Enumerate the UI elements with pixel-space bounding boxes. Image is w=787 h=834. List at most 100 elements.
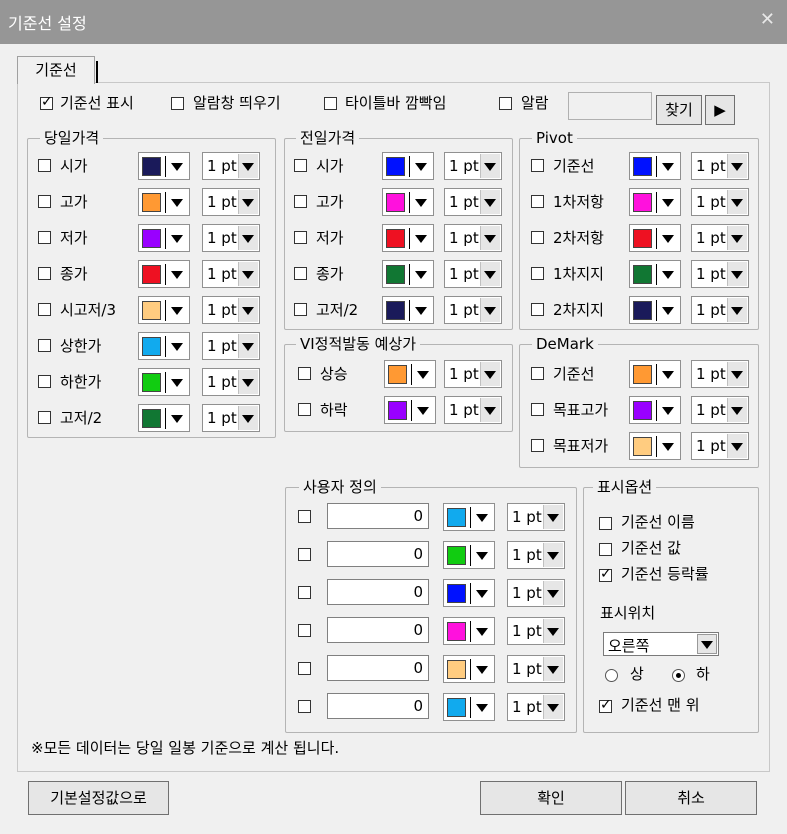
user-1-value-input[interactable]: 0	[327, 541, 429, 567]
today-6-checkbox[interactable]	[38, 375, 51, 388]
today-5-width-button[interactable]	[238, 334, 258, 358]
user-2-width-dropdown[interactable]: 1 pt	[507, 579, 565, 607]
prev-3-width-button[interactable]	[480, 262, 500, 286]
ok-button[interactable]: 확인	[480, 781, 622, 815]
today-7-checkbox[interactable]	[38, 411, 51, 424]
prev-1-color-dropdown[interactable]	[382, 188, 434, 216]
user-1-color-dropdown[interactable]	[443, 541, 495, 569]
pivot-2-color-dropdown[interactable]	[629, 224, 681, 252]
today-3-width-button[interactable]	[238, 262, 258, 286]
user-0-checkbox[interactable]	[298, 510, 311, 523]
pivot-4-checkbox[interactable]	[531, 303, 544, 316]
demark-0-color-dropdown[interactable]	[629, 360, 681, 388]
pivot-0-checkbox[interactable]	[531, 159, 544, 172]
find-button[interactable]: 찾기	[656, 95, 702, 125]
pivot-4-color-dropdown[interactable]	[629, 296, 681, 324]
tab-baseline[interactable]: 기준선	[17, 56, 98, 84]
pivot-1-width-dropdown[interactable]: 1 pt	[691, 188, 749, 216]
user-3-checkbox[interactable]	[298, 624, 311, 637]
user-4-value-input[interactable]: 0	[327, 655, 429, 681]
prev-4-width-button[interactable]	[480, 298, 500, 322]
show-baseline-checkbox[interactable]	[40, 94, 53, 110]
pivot-0-width-button[interactable]	[727, 154, 747, 178]
alarm-file-field[interactable]	[568, 92, 652, 120]
pivot-1-checkbox[interactable]	[531, 195, 544, 208]
today-1-color-dropdown[interactable]	[138, 188, 190, 216]
vi-0-checkbox[interactable]	[298, 367, 311, 380]
today-0-checkbox[interactable]	[38, 159, 51, 172]
today-4-width-button[interactable]	[238, 298, 258, 322]
today-1-width-dropdown[interactable]: 1 pt	[202, 188, 260, 216]
user-3-width-dropdown[interactable]: 1 pt	[507, 617, 565, 645]
user-0-width-button[interactable]	[543, 505, 563, 529]
user-1-width-dropdown[interactable]: 1 pt	[507, 541, 565, 569]
user-0-color-dropdown[interactable]	[443, 503, 495, 531]
prev-2-width-button[interactable]	[480, 226, 500, 250]
pivot-4-width-dropdown[interactable]: 1 pt	[691, 296, 749, 324]
today-6-width-button[interactable]	[238, 370, 258, 394]
today-3-checkbox[interactable]	[38, 267, 51, 280]
today-4-color-dropdown[interactable]	[138, 296, 190, 324]
user-0-value-input[interactable]: 0	[327, 503, 429, 529]
user-5-width-button[interactable]	[543, 695, 563, 719]
show-name-checkbox[interactable]	[599, 517, 612, 530]
vi-0-width-dropdown[interactable]: 1 pt	[444, 360, 502, 388]
user-3-width-button[interactable]	[543, 619, 563, 643]
today-2-color-dropdown[interactable]	[138, 224, 190, 252]
user-4-checkbox[interactable]	[298, 662, 311, 675]
show-rate-checkbox[interactable]	[599, 566, 612, 582]
today-7-width-dropdown[interactable]: 1 pt	[202, 404, 260, 432]
prev-3-width-dropdown[interactable]: 1 pt	[444, 260, 502, 288]
today-6-color-dropdown[interactable]	[138, 368, 190, 396]
close-icon[interactable]: ✕	[760, 9, 775, 30]
show-value-checkbox[interactable]	[599, 543, 612, 556]
today-4-width-dropdown[interactable]: 1 pt	[202, 296, 260, 324]
user-4-width-button[interactable]	[543, 657, 563, 681]
prev-1-width-button[interactable]	[480, 190, 500, 214]
prev-2-color-dropdown[interactable]	[382, 224, 434, 252]
prev-2-width-dropdown[interactable]: 1 pt	[444, 224, 502, 252]
user-3-color-dropdown[interactable]	[443, 617, 495, 645]
pivot-3-width-dropdown[interactable]: 1 pt	[691, 260, 749, 288]
pivot-2-width-button[interactable]	[727, 226, 747, 250]
vi-1-checkbox[interactable]	[298, 403, 311, 416]
demark-1-width-dropdown[interactable]: 1 pt	[691, 396, 749, 424]
today-7-width-button[interactable]	[238, 406, 258, 430]
pivot-2-width-dropdown[interactable]: 1 pt	[691, 224, 749, 252]
today-5-color-dropdown[interactable]	[138, 332, 190, 360]
today-5-width-dropdown[interactable]: 1 pt	[202, 332, 260, 360]
prev-3-checkbox[interactable]	[294, 267, 307, 280]
demark-1-width-button[interactable]	[727, 398, 747, 422]
user-1-width-button[interactable]	[543, 543, 563, 567]
pivot-2-checkbox[interactable]	[531, 231, 544, 244]
user-4-width-dropdown[interactable]: 1 pt	[507, 655, 565, 683]
prev-0-checkbox[interactable]	[294, 159, 307, 172]
top-most-checkbox[interactable]	[599, 697, 612, 713]
defaults-button[interactable]: 기본설정값으로	[28, 781, 169, 815]
prev-1-width-dropdown[interactable]: 1 pt	[444, 188, 502, 216]
user-5-checkbox[interactable]	[298, 700, 311, 713]
titlebar-blink-checkbox[interactable]	[324, 97, 337, 110]
today-0-color-dropdown[interactable]	[138, 152, 190, 180]
user-1-checkbox[interactable]	[298, 548, 311, 561]
user-5-value-input[interactable]: 0	[327, 693, 429, 719]
today-2-width-dropdown[interactable]: 1 pt	[202, 224, 260, 252]
vi-1-color-dropdown[interactable]	[384, 396, 436, 424]
prev-1-checkbox[interactable]	[294, 195, 307, 208]
user-2-width-button[interactable]	[543, 581, 563, 605]
demark-2-width-button[interactable]	[727, 434, 747, 458]
pivot-0-color-dropdown[interactable]	[629, 152, 681, 180]
user-3-value-input[interactable]: 0	[327, 617, 429, 643]
today-5-checkbox[interactable]	[38, 339, 51, 352]
today-6-width-dropdown[interactable]: 1 pt	[202, 368, 260, 396]
pivot-4-width-button[interactable]	[727, 298, 747, 322]
position-select[interactable]: 오른쪽	[603, 632, 719, 656]
demark-1-color-dropdown[interactable]	[629, 396, 681, 424]
vi-1-width-dropdown[interactable]: 1 pt	[444, 396, 502, 424]
prev-0-width-button[interactable]	[480, 154, 500, 178]
prev-3-color-dropdown[interactable]	[382, 260, 434, 288]
prev-2-checkbox[interactable]	[294, 231, 307, 244]
pivot-0-width-dropdown[interactable]: 1 pt	[691, 152, 749, 180]
demark-1-checkbox[interactable]	[531, 403, 544, 416]
user-2-checkbox[interactable]	[298, 586, 311, 599]
